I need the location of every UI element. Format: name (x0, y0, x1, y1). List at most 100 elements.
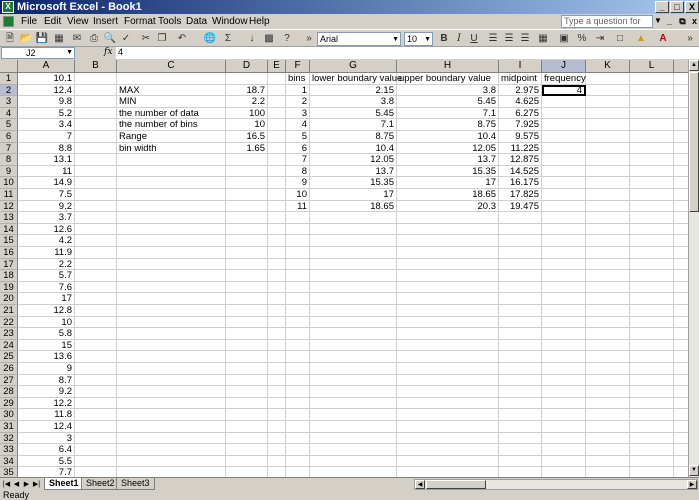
cell-l2[interactable] (630, 84, 674, 97)
cell-l4[interactable] (630, 107, 674, 120)
cell-h35[interactable] (397, 467, 499, 477)
cell-b31[interactable] (75, 421, 117, 433)
row-header-6[interactable]: 6 (0, 131, 18, 143)
doc-close-button[interactable]: x (688, 15, 699, 27)
cell-h2[interactable]: 3.8 (397, 84, 499, 97)
cell-d8[interactable] (226, 154, 268, 166)
cell-f3[interactable]: 2 (286, 96, 310, 108)
cell-m24[interactable] (674, 340, 688, 352)
row-header-27[interactable]: 27 (0, 374, 18, 387)
cell-i16[interactable] (499, 247, 542, 259)
cell-g29[interactable] (310, 397, 397, 410)
cell-g17[interactable] (310, 258, 397, 271)
cell-k7[interactable] (586, 142, 630, 155)
cell-l31[interactable] (630, 421, 674, 433)
cell-m25[interactable] (674, 351, 688, 363)
cell-b30[interactable] (75, 409, 117, 421)
cell-h21[interactable] (397, 305, 499, 317)
cell-i20[interactable] (499, 293, 542, 305)
cell-f19[interactable] (286, 281, 310, 294)
row-header-9[interactable]: 9 (0, 165, 18, 178)
cell-g3[interactable]: 3.8 (310, 96, 397, 108)
column-header-b[interactable]: B (75, 60, 117, 73)
column-header-j[interactable]: J (542, 60, 586, 73)
cell-j1[interactable]: frequency (542, 73, 586, 85)
cell-k9[interactable] (586, 165, 630, 178)
cell-m27[interactable] (674, 375, 688, 387)
cell-i21[interactable] (499, 305, 542, 317)
cell-m3[interactable] (674, 96, 688, 108)
cell-a26[interactable]: 9 (18, 363, 75, 375)
cell-d6[interactable]: 16.5 (226, 131, 268, 143)
cell-f4[interactable]: 3 (286, 107, 310, 120)
cell-f10[interactable]: 9 (286, 177, 310, 189)
cell-e14[interactable] (268, 223, 286, 236)
cell-f12[interactable]: 11 (286, 200, 310, 213)
cell-a16[interactable]: 11.9 (18, 247, 75, 259)
cell-e30[interactable] (268, 409, 286, 421)
cell-k32[interactable] (586, 432, 630, 445)
horizontal-scroll-thumb[interactable] (426, 480, 486, 489)
cell-e5[interactable] (268, 119, 286, 131)
cell-c2[interactable]: MAX (117, 84, 226, 97)
cell-d27[interactable] (226, 374, 268, 387)
cell-j6[interactable] (542, 131, 586, 143)
cell-f1[interactable]: bins (286, 73, 310, 85)
cell-l30[interactable] (630, 409, 674, 421)
cell-g2[interactable]: 2.15 (310, 84, 397, 97)
cell-g13[interactable] (310, 212, 397, 224)
cell-d10[interactable] (226, 177, 268, 189)
cell-l21[interactable] (630, 305, 674, 317)
cell-i30[interactable] (499, 409, 542, 421)
cell-l20[interactable] (630, 293, 674, 305)
row-header-14[interactable]: 14 (0, 223, 18, 236)
cell-d26[interactable] (226, 363, 268, 375)
cell-i12[interactable]: 19.475 (499, 200, 542, 213)
toolbar-options-icon[interactable]: » (683, 32, 697, 46)
column-header-g[interactable]: G (310, 60, 397, 73)
cell-j32[interactable] (542, 432, 586, 445)
cell-j9[interactable] (542, 165, 586, 178)
menu-data[interactable]: Data (184, 15, 209, 28)
cell-d35[interactable] (226, 467, 268, 477)
font-color-icon[interactable]: A (656, 32, 670, 46)
row-header-25[interactable]: 25 (0, 351, 18, 363)
cell-m29[interactable] (674, 398, 688, 410)
cell-k30[interactable] (586, 409, 630, 421)
cell-g14[interactable] (310, 223, 397, 236)
cell-j35[interactable] (542, 467, 586, 477)
cell-j2[interactable]: 4 (542, 84, 586, 97)
cell-h25[interactable] (397, 351, 499, 363)
cell-g11[interactable]: 17 (310, 189, 397, 201)
cell-e7[interactable] (268, 142, 286, 155)
cell-a34[interactable]: 5.5 (18, 455, 75, 468)
cell-c32[interactable] (117, 432, 226, 445)
cell-d34[interactable] (226, 455, 268, 468)
cell-j33[interactable] (542, 444, 586, 456)
cell-f15[interactable] (286, 235, 310, 247)
cell-i8[interactable]: 12.875 (499, 154, 542, 166)
cell-m19[interactable] (674, 282, 688, 294)
cell-j34[interactable] (542, 455, 586, 468)
cell-e9[interactable] (268, 165, 286, 178)
cell-m4[interactable] (674, 108, 688, 120)
cell-a12[interactable]: 9.2 (18, 200, 75, 213)
save-icon[interactable]: 💾 (35, 32, 49, 46)
cell-g32[interactable] (310, 432, 397, 445)
cell-i11[interactable]: 17.825 (499, 189, 542, 201)
cell-j25[interactable] (542, 351, 586, 363)
cell-j7[interactable] (542, 142, 586, 155)
cell-l11[interactable] (630, 189, 674, 201)
row-header-18[interactable]: 18 (0, 270, 18, 282)
cell-c33[interactable] (117, 444, 226, 456)
cell-f14[interactable] (286, 223, 310, 236)
cell-b22[interactable] (75, 316, 117, 329)
italic-button[interactable]: I (452, 32, 466, 46)
cell-b35[interactable] (75, 467, 117, 477)
cell-g4[interactable]: 5.45 (310, 107, 397, 120)
cell-i28[interactable] (499, 386, 542, 398)
cell-c21[interactable] (117, 305, 226, 317)
cell-f35[interactable] (286, 467, 310, 477)
row-header-17[interactable]: 17 (0, 258, 18, 271)
cell-g24[interactable] (310, 339, 397, 352)
